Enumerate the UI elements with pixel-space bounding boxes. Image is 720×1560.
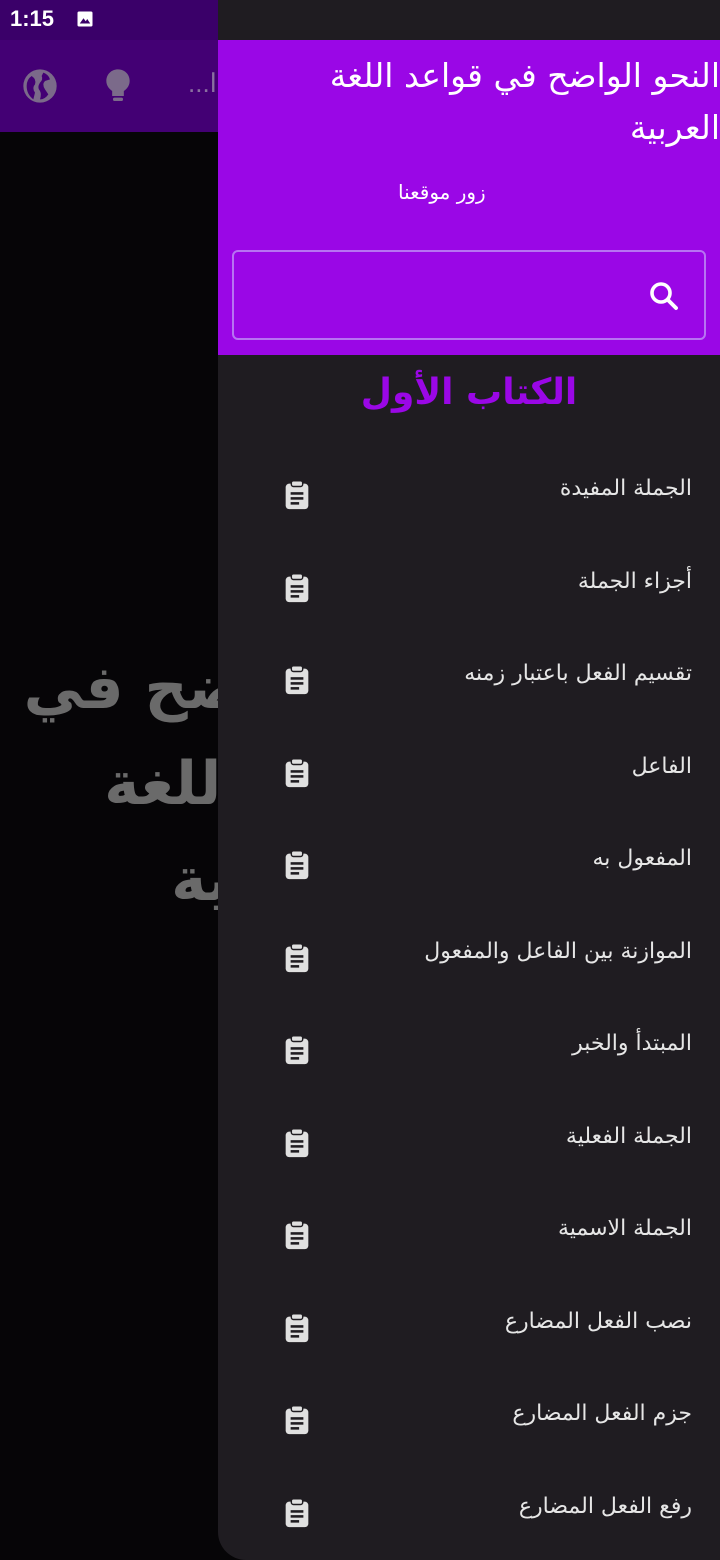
drawer-header-title: النحو الواضح في قواعد اللغة العربية bbox=[329, 56, 720, 147]
menu-item[interactable]: تقسيم الفعل باعتبار زمنه bbox=[218, 633, 720, 726]
search-icon[interactable] bbox=[646, 278, 682, 314]
menu-item[interactable]: الفاعل bbox=[218, 726, 720, 819]
menu-item[interactable]: المبتدأ والخبر bbox=[218, 1003, 720, 1096]
clipboard-icon bbox=[280, 1311, 314, 1345]
navigation-drawer: النحو الواضح في قواعد اللغة العربية زور … bbox=[218, 0, 720, 1560]
menu-item[interactable]: رفع الفعل المضارع bbox=[218, 1466, 720, 1559]
menu-item-label: تقسيم الفعل باعتبار زمنه bbox=[464, 661, 692, 686]
menu-item-label: المبتدأ والخبر bbox=[572, 1031, 692, 1056]
menu-item-label: رفع الفعل المضارع bbox=[518, 1493, 692, 1519]
clipboard-icon bbox=[280, 1126, 314, 1160]
chapter-list: الجملة المفيدة أجزاء الجملة تقسيم الفعل با… bbox=[218, 448, 720, 1558]
status-time: 1:15 bbox=[10, 6, 55, 31]
search-field[interactable] bbox=[232, 250, 706, 340]
clipboard-icon bbox=[280, 756, 314, 790]
menu-item-label: نصب الفعل المضارع bbox=[504, 1308, 692, 1334]
app-bar-title-truncated[interactable]: ...ا bbox=[188, 68, 217, 99]
clipboard-icon bbox=[280, 1218, 314, 1252]
menu-item[interactable]: أجزاء الجملة bbox=[218, 541, 720, 634]
menu-item[interactable]: نصب الفعل المضارع bbox=[218, 1281, 720, 1374]
visit-website-link[interactable]: زور موقعنا bbox=[398, 180, 486, 204]
drawer-header: النحو الواضح في قواعد اللغة العربية زور … bbox=[218, 40, 720, 355]
globe-icon[interactable] bbox=[20, 66, 60, 106]
menu-item-label: المفعول به bbox=[592, 846, 692, 871]
menu-item[interactable]: الجملة الاسمية bbox=[218, 1188, 720, 1281]
clipboard-icon bbox=[280, 1033, 314, 1067]
clipboard-icon bbox=[280, 478, 314, 512]
menu-item[interactable]: جزم الفعل المضارع bbox=[218, 1373, 720, 1466]
menu-item-label: أجزاء الجملة bbox=[577, 568, 692, 594]
clipboard-icon bbox=[280, 663, 314, 697]
clipboard-icon bbox=[280, 571, 314, 605]
menu-item[interactable]: المفعول به bbox=[218, 818, 720, 911]
menu-item[interactable]: الجملة المفيدة bbox=[218, 448, 720, 541]
menu-item-label: الجملة الاسمية bbox=[557, 1216, 692, 1241]
menu-item-label: الفاعل bbox=[631, 753, 692, 779]
drawer-top-strip bbox=[218, 0, 720, 40]
menu-item-label: الجملة الفعلية bbox=[565, 1123, 692, 1149]
section-title: الكتاب الأول bbox=[360, 372, 578, 413]
clipboard-icon bbox=[280, 1403, 314, 1437]
clipboard-icon bbox=[280, 1496, 314, 1530]
menu-item-label: جزم الفعل المضارع bbox=[512, 1401, 692, 1426]
menu-item[interactable]: الجملة الفعلية bbox=[218, 1096, 720, 1189]
image-icon bbox=[77, 11, 93, 27]
clipboard-icon bbox=[280, 941, 314, 975]
lightbulb-icon[interactable] bbox=[98, 66, 138, 106]
menu-item-label: الجملة المفيدة bbox=[559, 476, 692, 501]
clipboard-icon bbox=[280, 848, 314, 882]
menu-item[interactable]: الموازنة بين الفاعل والمفعول bbox=[218, 911, 720, 1004]
menu-item-label: الموازنة بين الفاعل والمفعول bbox=[424, 938, 692, 964]
